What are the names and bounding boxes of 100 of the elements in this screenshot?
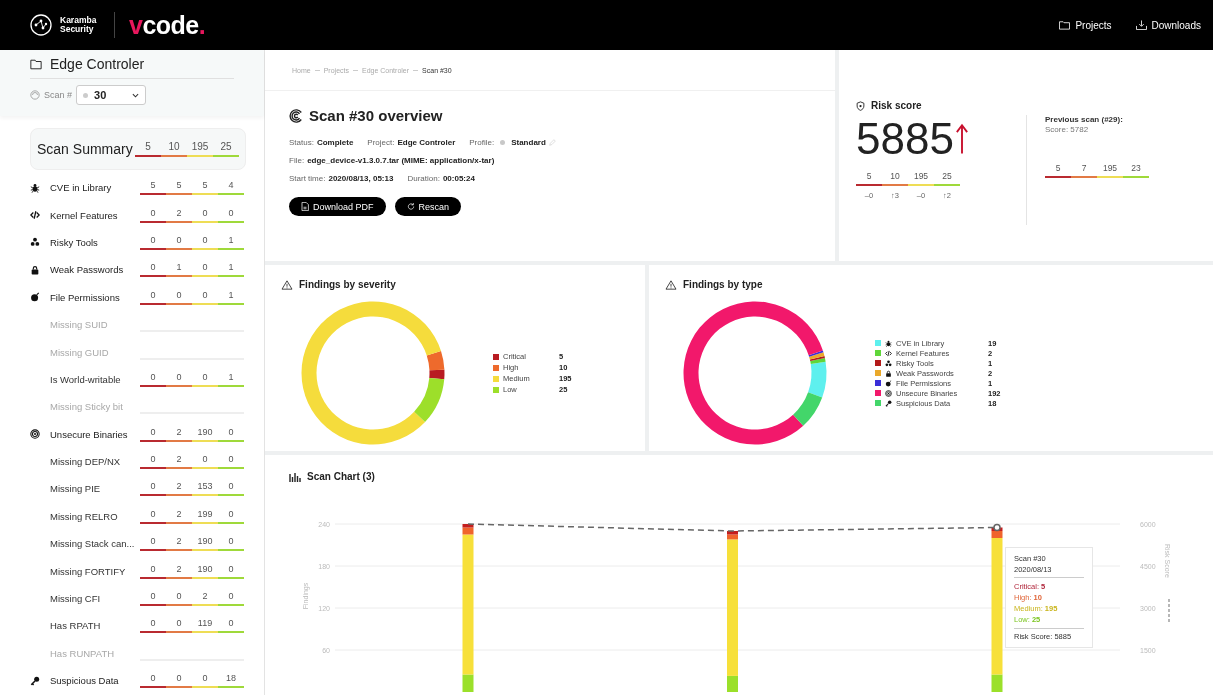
check-label[interactable]: Missing FORTIFY	[50, 565, 140, 577]
finding-count: 0	[166, 673, 192, 689]
risk-title: Risk score	[871, 100, 922, 111]
check-label[interactable]: Missing RELRO	[50, 510, 140, 522]
finding-count: 25	[213, 141, 239, 157]
finding-count: 5	[135, 141, 161, 157]
finding-count: 0	[140, 673, 166, 689]
finding-count: 0	[140, 371, 166, 387]
network-logo-icon	[30, 14, 52, 36]
field-value: Standard	[511, 138, 546, 147]
category-label[interactable]: Weak Passwords	[50, 264, 140, 276]
finding-count: 2	[166, 563, 192, 579]
bug-icon	[885, 339, 892, 347]
check-label[interactable]: Missing PIE	[50, 483, 140, 495]
finding-count: 0	[140, 591, 166, 607]
finding-count: 0	[140, 207, 166, 223]
check-label[interactable]: Missing Stack can...	[50, 538, 140, 550]
category-label[interactable]: CVE in Library	[50, 182, 140, 194]
finding-count: 5	[166, 180, 192, 196]
check-label[interactable]: Is World-writable	[50, 373, 140, 385]
finding-count: 0	[140, 563, 166, 579]
bomb-icon	[885, 379, 892, 387]
field-value: 2020/08/13, 05:13	[328, 174, 394, 183]
nav-link[interactable]: Projects	[1059, 19, 1112, 31]
field-value: Complete	[316, 138, 354, 147]
lock-icon	[30, 264, 40, 275]
warning-icon	[665, 279, 677, 290]
finding-count: 0	[166, 371, 192, 387]
finding-count: 0	[192, 454, 218, 470]
category-label[interactable]: Unsecure Binaries	[50, 428, 140, 440]
folder-icon	[30, 58, 42, 70]
check-label[interactable]: Missing DEP/NX	[50, 456, 140, 468]
finding-count: 0	[140, 618, 166, 634]
finding-count: 0	[218, 481, 244, 497]
category-label[interactable]: File Permissions	[50, 291, 140, 303]
warning-icon	[281, 279, 293, 290]
category-label[interactable]: Kernel Features	[50, 209, 140, 221]
summary-title: Scan Summary	[37, 141, 133, 157]
finding-count: 0	[192, 289, 218, 305]
card-title: Scan Chart (3)	[307, 471, 375, 482]
finding-count: 0	[140, 262, 166, 278]
field-value: Edge Controler	[397, 138, 456, 147]
finding-count: 2	[166, 426, 192, 442]
finding-count: 2	[166, 481, 192, 497]
finding-count: 0	[140, 289, 166, 305]
legend-line	[1168, 598, 1170, 625]
finding-count: 2	[192, 591, 218, 607]
edit-icon[interactable]	[548, 139, 556, 146]
check-label[interactable]: Missing CFI	[50, 593, 140, 605]
field-label: Duration:	[407, 174, 440, 183]
finding-count: 0	[218, 536, 244, 552]
finding-count: 0	[192, 371, 218, 387]
risk-score: 5885	[856, 117, 954, 161]
finding-count: 190	[192, 563, 218, 579]
finding-count: 190	[192, 536, 218, 552]
nav-link[interactable]: Downloads	[1135, 19, 1201, 31]
card-title: Findings by type	[683, 279, 763, 290]
key-icon	[885, 399, 892, 407]
previous-scan-title: Previous scan (#29):	[1045, 115, 1124, 124]
key-icon	[30, 675, 40, 686]
brand-name: Karamba Security	[60, 16, 98, 34]
refresh-icon	[406, 202, 415, 211]
finding-count: 0	[192, 207, 218, 223]
download-button[interactable]: Download PDF	[289, 197, 386, 216]
folder-icon	[1059, 20, 1071, 30]
finding-count: 0	[140, 454, 166, 470]
finding-count: 2	[166, 508, 192, 524]
rescan-button[interactable]: Rescan	[394, 197, 462, 216]
finding-count: 0	[166, 618, 192, 634]
finding-count: 5	[192, 180, 218, 196]
bug-icon	[30, 182, 40, 193]
finding-count: 119	[192, 618, 218, 634]
up-arrow-icon	[955, 122, 968, 156]
finding-count: 0	[166, 591, 192, 607]
field-label: Start time:	[289, 174, 326, 183]
finding-count: 195	[908, 171, 934, 186]
scan-select[interactable]: 30	[76, 85, 147, 105]
app-logo: vcode.	[129, 10, 206, 40]
category-label[interactable]: Suspicious Data	[50, 675, 140, 687]
field-value: edge_device-v1.3.0.7.tar (MIME: application/x-tar)	[307, 156, 495, 165]
finding-count: 153	[192, 481, 218, 497]
finding-count: 1	[166, 262, 192, 278]
finding-count: 0	[140, 234, 166, 250]
finding-count: 1	[218, 289, 244, 305]
finding-count: 25	[934, 171, 960, 186]
field-label: Status:	[289, 138, 314, 147]
category-label[interactable]: Risky Tools	[50, 236, 140, 248]
target-icon	[885, 389, 892, 397]
check-label[interactable]: Has RPATH	[50, 620, 140, 632]
code-icon	[885, 349, 892, 357]
finding-count: 0	[140, 426, 166, 442]
card-title: Findings by severity	[299, 279, 396, 290]
finding-count: 5	[140, 180, 166, 196]
finding-count: 1	[218, 234, 244, 250]
finding-count: 0	[140, 481, 166, 497]
finding-count: 2	[166, 207, 192, 223]
finding-count: 2	[166, 536, 192, 552]
download-icon	[1135, 20, 1147, 30]
finding-count: 0	[192, 234, 218, 250]
code-icon	[30, 210, 40, 221]
